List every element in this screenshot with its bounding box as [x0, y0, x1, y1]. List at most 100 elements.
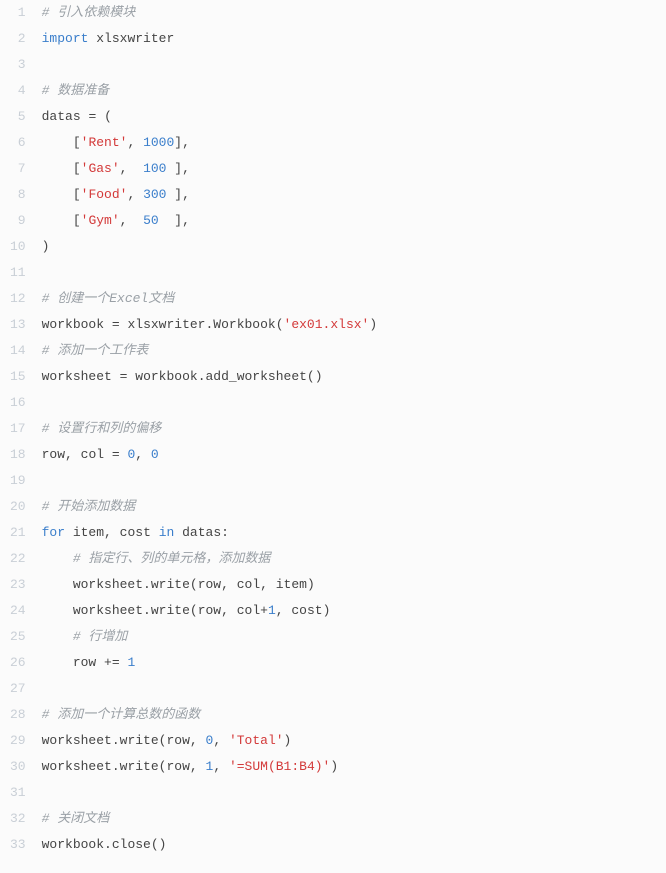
code-token: : [221, 525, 229, 540]
code-token: add_worksheet [206, 369, 307, 384]
code-token: ( [104, 109, 112, 124]
code-line: # 引入依赖模块 [42, 0, 666, 26]
line-number: 3 [10, 52, 26, 78]
code-token: # 引入依赖模块 [42, 5, 136, 20]
code-token: xlsxwriter [127, 317, 205, 332]
code-token: 0 [151, 447, 159, 462]
code-line: workbook = xlsxwriter.Workbook('ex01.xls… [42, 312, 666, 338]
code-token: [ [73, 161, 81, 176]
code-token: col [81, 447, 104, 462]
code-token: 300 [143, 187, 166, 202]
code-token: import [42, 31, 89, 46]
code-token [73, 447, 81, 462]
code-token [96, 109, 104, 124]
line-number: 30 [10, 754, 26, 780]
code-line [42, 390, 666, 416]
code-token: '=SUM(B1:B4)' [229, 759, 330, 774]
line-number: 15 [10, 364, 26, 390]
line-number: 9 [10, 208, 26, 234]
code-token [198, 733, 206, 748]
code-token [42, 577, 73, 592]
line-number: 5 [10, 104, 26, 130]
code-token: col [237, 603, 260, 618]
code-token: write [120, 733, 159, 748]
code-token: , [104, 525, 112, 540]
code-token: row [42, 447, 65, 462]
code-token: row [198, 603, 221, 618]
line-number: 26 [10, 650, 26, 676]
code-token: 1000 [143, 135, 174, 150]
code-token: , [182, 213, 190, 228]
line-number: 7 [10, 156, 26, 182]
code-token: row [198, 577, 221, 592]
code-token: , [276, 603, 284, 618]
line-number: 25 [10, 624, 26, 650]
code-line: import xlsxwriter [42, 26, 666, 52]
line-number: 11 [10, 260, 26, 286]
code-token [127, 213, 143, 228]
code-token: , [260, 577, 268, 592]
code-token: , [221, 577, 229, 592]
code-token: 50 [143, 213, 159, 228]
line-number: 29 [10, 728, 26, 754]
code-token: , [182, 135, 190, 150]
code-token [198, 759, 206, 774]
code-token: 'Total' [229, 733, 284, 748]
code-token: + [260, 603, 268, 618]
code-line [42, 260, 666, 286]
code-line [42, 676, 666, 702]
code-token: [ [73, 187, 81, 202]
code-token [221, 733, 229, 748]
code-token: , [190, 759, 198, 774]
line-number: 21 [10, 520, 26, 546]
code-token: = [112, 447, 120, 462]
code-token: row [73, 655, 96, 670]
code-token: # 指定行、列的单元格，添加数据 [73, 551, 271, 566]
code-token: . [112, 733, 120, 748]
code-token: workbook [42, 317, 104, 332]
code-token: . [198, 369, 206, 384]
code-line: row += 1 [42, 650, 666, 676]
code-token: . [143, 603, 151, 618]
code-token [96, 655, 104, 670]
code-line: ['Gym', 50 ], [42, 208, 666, 234]
code-token: worksheet [42, 369, 112, 384]
code-line [42, 468, 666, 494]
line-number: 8 [10, 182, 26, 208]
code-token: datas [42, 109, 81, 124]
code-token: , [182, 187, 190, 202]
line-number: 16 [10, 390, 26, 416]
code-token: ( [276, 317, 284, 332]
code-token: workbook [135, 369, 197, 384]
line-number: 20 [10, 494, 26, 520]
code-line: worksheet.write(row, col+1, cost) [42, 598, 666, 624]
code-line: # 指定行、列的单元格，添加数据 [42, 546, 666, 572]
code-token: cost [120, 525, 151, 540]
line-number: 4 [10, 78, 26, 104]
code-line: # 设置行和列的偏移 [42, 416, 666, 442]
code-token: = [112, 317, 120, 332]
code-token [42, 551, 73, 566]
code-token: , [213, 733, 221, 748]
code-token: ] [174, 135, 182, 150]
code-token: 'Gym' [81, 213, 120, 228]
line-number: 28 [10, 702, 26, 728]
code-token [42, 629, 73, 644]
line-number: 12 [10, 286, 26, 312]
line-number: 10 [10, 234, 26, 260]
line-number: 31 [10, 780, 26, 806]
code-token: worksheet [73, 603, 143, 618]
code-token: ( [190, 577, 198, 592]
code-token: += [104, 655, 120, 670]
code-token: ) [284, 733, 292, 748]
code-token: item [276, 577, 307, 592]
code-token [42, 187, 73, 202]
code-line: # 添加一个计算总数的函数 [42, 702, 666, 728]
code-token: # 设置行和列的偏移 [42, 421, 162, 436]
code-token: xlsxwriter [96, 31, 174, 46]
code-token: 'Food' [81, 187, 128, 202]
code-token [151, 525, 159, 540]
code-token: write [151, 577, 190, 592]
code-token: . [143, 577, 151, 592]
line-number: 14 [10, 338, 26, 364]
